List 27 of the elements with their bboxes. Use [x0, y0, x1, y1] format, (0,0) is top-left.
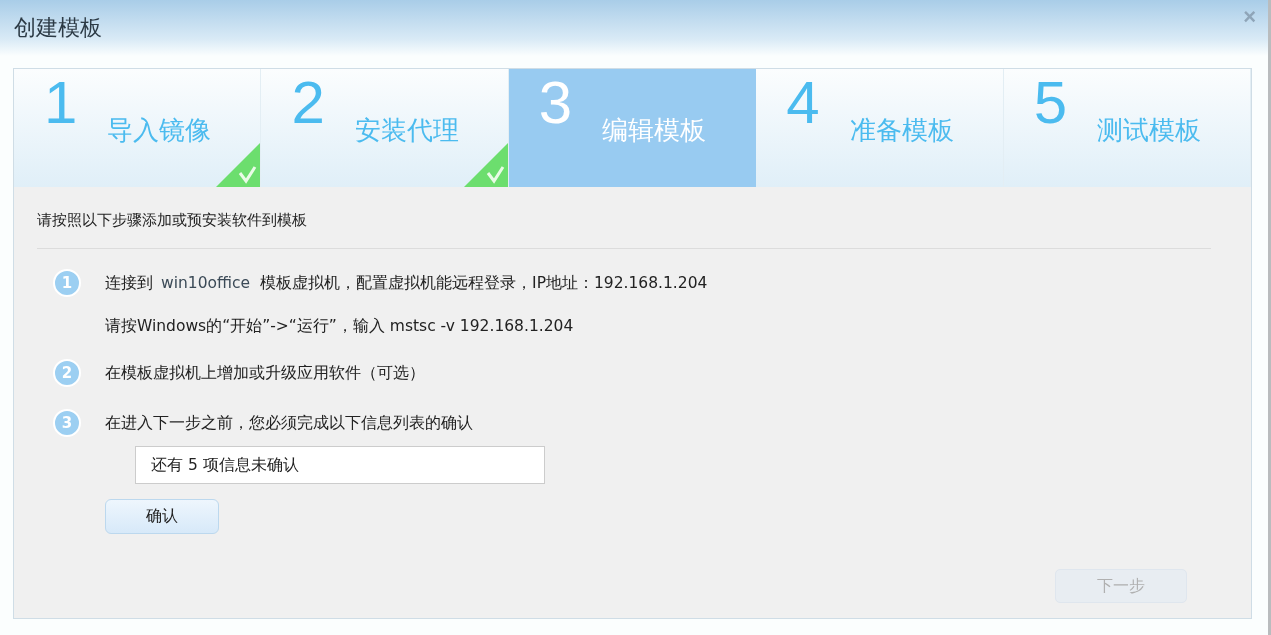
step-label: 编辑模板	[602, 114, 707, 147]
instructions-heading: 请按照以下步骤添加或预安装软件到模板	[37, 211, 1211, 249]
step-number: 3	[538, 73, 573, 133]
instruction-note: 请按Windows的“开始”->“运行”，输入 mstsc -v 192.168.1.204	[105, 316, 575, 337]
instruction-text: 连接到 win10office 模板虚拟机，配置虚拟机能远程登录，IP地址：192.168.1.204	[105, 273, 708, 294]
status-field[interactable]: 还有 5 项信息未确认	[135, 446, 545, 484]
step-label: 测试模板	[1097, 114, 1201, 147]
confirm-button[interactable]: 确认	[105, 499, 219, 534]
step-number: 5	[1033, 73, 1067, 133]
wizard-step[interactable]: 1 导入镜像	[14, 69, 262, 187]
instruction-text: 在进入下一步之前，您必须完成以下信息列表的确认	[105, 413, 474, 434]
step-number: 4	[786, 73, 820, 133]
step-number: 1	[44, 73, 78, 133]
step-badge: 1	[53, 269, 81, 297]
wizard-step[interactable]: 2 安装代理	[261, 69, 509, 187]
wizard-step[interactable]: 3 编辑模板	[508, 69, 757, 187]
step-badge: 2	[53, 359, 81, 387]
step-number: 2	[291, 73, 325, 133]
step-label: 准备模板	[849, 114, 954, 147]
window-title: 创建模板	[14, 14, 102, 42]
step-label: 导入镜像	[107, 114, 212, 147]
instruction-text: 在模板虚拟机上增加或升级应用软件（可选）	[105, 363, 425, 384]
wizard-step[interactable]: 4 准备模板	[756, 69, 1004, 187]
step-label: 安装代理	[354, 114, 459, 147]
step-badge: 3	[53, 409, 81, 437]
wizard-step[interactable]: 5 测试模板	[1003, 69, 1252, 187]
close-button[interactable]: ×	[1243, 4, 1256, 30]
